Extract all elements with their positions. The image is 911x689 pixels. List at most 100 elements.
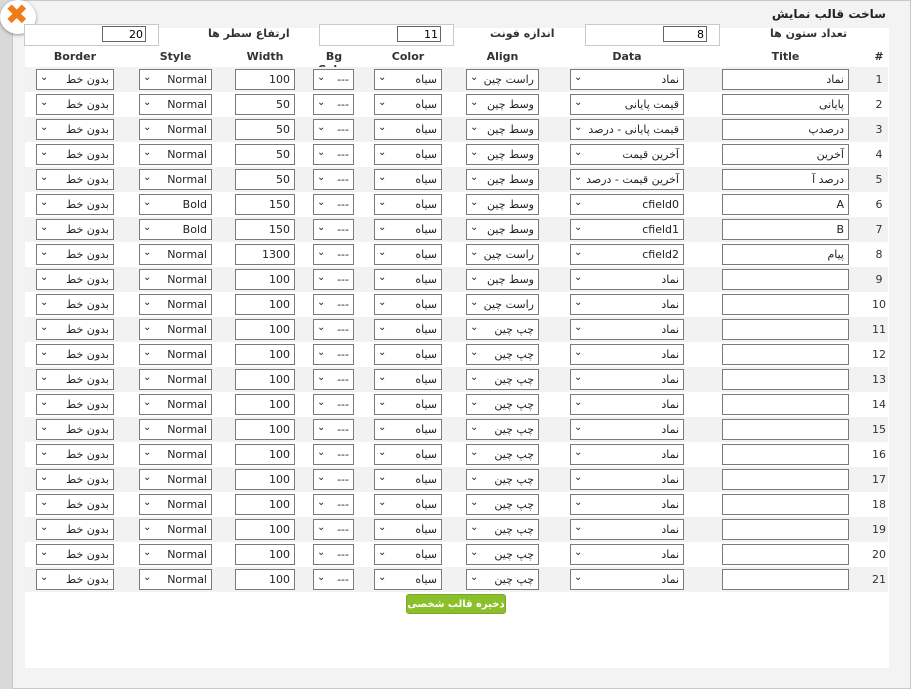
- color-select[interactable]: سیاه ⌄: [374, 94, 442, 115]
- border-select[interactable]: بدون خط ⌄: [36, 469, 114, 490]
- style-select[interactable]: Normal ⌄: [139, 319, 212, 340]
- width-input[interactable]: 50: [235, 169, 295, 190]
- title-input[interactable]: [722, 294, 849, 315]
- width-input[interactable]: 100: [235, 469, 295, 490]
- data-select[interactable]: آخرین قیمت - درصد ⌄: [570, 169, 684, 190]
- data-select[interactable]: نماد ⌄: [570, 319, 684, 340]
- title-input[interactable]: [722, 369, 849, 390]
- title-input[interactable]: [722, 544, 849, 565]
- width-input[interactable]: 100: [235, 494, 295, 515]
- save-template-button[interactable]: ذخیره قالب شخصی: [406, 594, 506, 614]
- align-select[interactable]: چپ چین ⌄: [466, 319, 539, 340]
- data-select[interactable]: نماد ⌄: [570, 519, 684, 540]
- align-select[interactable]: راست چین ⌄: [466, 294, 539, 315]
- title-input[interactable]: نماد: [722, 69, 849, 90]
- width-input[interactable]: 150: [235, 194, 295, 215]
- color-select[interactable]: سیاه ⌄: [374, 194, 442, 215]
- align-select[interactable]: وسط چین ⌄: [466, 94, 539, 115]
- color-select[interactable]: سیاه ⌄: [374, 119, 442, 140]
- data-select[interactable]: نماد ⌄: [570, 469, 684, 490]
- align-select[interactable]: وسط چین ⌄: [466, 144, 539, 165]
- color-select[interactable]: سیاه ⌄: [374, 69, 442, 90]
- style-select[interactable]: Normal ⌄: [139, 144, 212, 165]
- width-input[interactable]: 100: [235, 519, 295, 540]
- border-select[interactable]: بدون خط ⌄: [36, 344, 114, 365]
- bgcolor-select[interactable]: --- ⌄: [313, 569, 354, 590]
- data-select[interactable]: نماد ⌄: [570, 569, 684, 590]
- data-select[interactable]: نماد ⌄: [570, 369, 684, 390]
- style-select[interactable]: Normal ⌄: [139, 244, 212, 265]
- title-input[interactable]: [722, 569, 849, 590]
- border-select[interactable]: بدون خط ⌄: [36, 119, 114, 140]
- color-select[interactable]: سیاه ⌄: [374, 269, 442, 290]
- style-select[interactable]: Normal ⌄: [139, 344, 212, 365]
- title-input[interactable]: [722, 269, 849, 290]
- width-input[interactable]: 100: [235, 344, 295, 365]
- data-select[interactable]: نماد ⌄: [570, 294, 684, 315]
- align-select[interactable]: چپ چین ⌄: [466, 469, 539, 490]
- border-select[interactable]: بدون خط ⌄: [36, 319, 114, 340]
- color-select[interactable]: سیاه ⌄: [374, 344, 442, 365]
- bgcolor-select[interactable]: --- ⌄: [313, 144, 354, 165]
- data-select[interactable]: قیمت پایانی ⌄: [570, 94, 684, 115]
- data-select[interactable]: cfield1 ⌄: [570, 219, 684, 240]
- data-select[interactable]: نماد ⌄: [570, 444, 684, 465]
- width-input[interactable]: 100: [235, 444, 295, 465]
- data-select[interactable]: نماد ⌄: [570, 269, 684, 290]
- title-input[interactable]: [722, 494, 849, 515]
- border-select[interactable]: بدون خط ⌄: [36, 544, 114, 565]
- style-select[interactable]: Normal ⌄: [139, 544, 212, 565]
- align-select[interactable]: وسط چین ⌄: [466, 194, 539, 215]
- border-select[interactable]: بدون خط ⌄: [36, 419, 114, 440]
- align-select[interactable]: چپ چین ⌄: [466, 444, 539, 465]
- border-select[interactable]: بدون خط ⌄: [36, 69, 114, 90]
- data-select[interactable]: نماد ⌄: [570, 494, 684, 515]
- border-select[interactable]: بدون خط ⌄: [36, 369, 114, 390]
- width-input[interactable]: 150: [235, 219, 295, 240]
- color-select[interactable]: سیاه ⌄: [374, 169, 442, 190]
- bgcolor-select[interactable]: --- ⌄: [313, 469, 354, 490]
- style-select[interactable]: Normal ⌄: [139, 394, 212, 415]
- color-select[interactable]: سیاه ⌄: [374, 394, 442, 415]
- align-select[interactable]: چپ چین ⌄: [466, 344, 539, 365]
- title-input[interactable]: [722, 319, 849, 340]
- align-select[interactable]: راست چین ⌄: [466, 69, 539, 90]
- align-select[interactable]: وسط چین ⌄: [466, 219, 539, 240]
- data-select[interactable]: نماد ⌄: [570, 544, 684, 565]
- color-select[interactable]: سیاه ⌄: [374, 444, 442, 465]
- data-select[interactable]: cfield0 ⌄: [570, 194, 684, 215]
- title-input[interactable]: درصدپ: [722, 119, 849, 140]
- style-select[interactable]: Normal ⌄: [139, 469, 212, 490]
- bgcolor-select[interactable]: --- ⌄: [313, 244, 354, 265]
- width-input[interactable]: 100: [235, 544, 295, 565]
- border-select[interactable]: بدون خط ⌄: [36, 169, 114, 190]
- bgcolor-select[interactable]: --- ⌄: [313, 544, 354, 565]
- align-select[interactable]: چپ چین ⌄: [466, 544, 539, 565]
- bgcolor-select[interactable]: --- ⌄: [313, 494, 354, 515]
- border-select[interactable]: بدون خط ⌄: [36, 569, 114, 590]
- style-select[interactable]: Normal ⌄: [139, 94, 212, 115]
- bgcolor-select[interactable]: --- ⌄: [313, 194, 354, 215]
- data-select[interactable]: نماد ⌄: [570, 69, 684, 90]
- bgcolor-select[interactable]: --- ⌄: [313, 94, 354, 115]
- title-input[interactable]: [722, 444, 849, 465]
- color-select[interactable]: سیاه ⌄: [374, 219, 442, 240]
- style-select[interactable]: Normal ⌄: [139, 269, 212, 290]
- title-input[interactable]: آخرین: [722, 144, 849, 165]
- width-input[interactable]: 50: [235, 94, 295, 115]
- width-input[interactable]: 100: [235, 419, 295, 440]
- bgcolor-select[interactable]: --- ⌄: [313, 219, 354, 240]
- data-select[interactable]: نماد ⌄: [570, 419, 684, 440]
- border-select[interactable]: بدون خط ⌄: [36, 444, 114, 465]
- color-select[interactable]: سیاه ⌄: [374, 244, 442, 265]
- color-select[interactable]: سیاه ⌄: [374, 419, 442, 440]
- align-select[interactable]: وسط چین ⌄: [466, 169, 539, 190]
- data-select[interactable]: نماد ⌄: [570, 344, 684, 365]
- align-select[interactable]: چپ چین ⌄: [466, 369, 539, 390]
- border-select[interactable]: بدون خط ⌄: [36, 219, 114, 240]
- style-select[interactable]: Normal ⌄: [139, 369, 212, 390]
- style-select[interactable]: Normal ⌄: [139, 519, 212, 540]
- title-input[interactable]: [722, 519, 849, 540]
- bgcolor-select[interactable]: --- ⌄: [313, 419, 354, 440]
- align-select[interactable]: وسط چین ⌄: [466, 269, 539, 290]
